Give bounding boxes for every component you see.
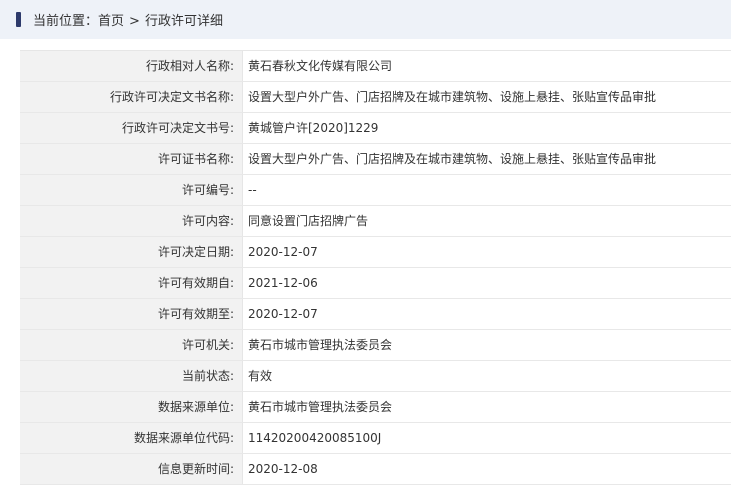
breadcrumb-prefix: 当前位置： <box>33 14 99 29</box>
breadcrumb-marker <box>16 12 21 27</box>
row-value: -- <box>248 183 257 197</box>
row-label: 许可有效期至: <box>20 299 243 329</box>
row-value: 有效 <box>248 369 273 383</box>
table-row: 数据来源单位代码: 11420200420085100J <box>20 423 731 454</box>
row-label: 许可决定日期: <box>20 237 243 267</box>
row-value: 设置大型户外广告、门店招牌及在城市建筑物、设施上悬挂、张贴宣传品审批 <box>248 152 657 166</box>
row-label: 数据来源单位: <box>20 392 243 422</box>
table-row: 当前状态: 有效 <box>20 361 731 392</box>
detail-table: 行政相对人名称: 黄石春秋文化传媒有限公司 行政许可决定文书名称: 设置大型户外… <box>20 50 731 485</box>
row-value: 2020-12-07 <box>248 245 318 259</box>
table-row: 行政相对人名称: 黄石春秋文化传媒有限公司 <box>20 51 731 82</box>
breadcrumb-home-link[interactable]: 首页 <box>98 14 124 29</box>
row-label: 行政相对人名称: <box>20 51 243 81</box>
row-value: 同意设置门店招牌广告 <box>248 214 369 228</box>
row-label: 当前状态: <box>20 361 243 391</box>
row-value: 黄石春秋文化传媒有限公司 <box>248 59 393 73</box>
table-row: 许可机关: 黄石市城市管理执法委员会 <box>20 330 731 361</box>
row-value: 黄石市城市管理执法委员会 <box>248 338 393 352</box>
row-label: 行政许可决定文书号: <box>20 113 243 143</box>
row-label: 数据来源单位代码: <box>20 423 243 453</box>
row-value: 2020-12-08 <box>248 462 318 476</box>
table-row: 数据来源单位: 黄石市城市管理执法委员会 <box>20 392 731 423</box>
table-row: 许可证书名称: 设置大型户外广告、门店招牌及在城市建筑物、设施上悬挂、张贴宣传品… <box>20 144 731 175</box>
breadcrumb-current: 行政许可详细 <box>144 14 223 29</box>
row-label: 许可有效期自: <box>20 268 243 298</box>
breadcrumb-separator: > <box>129 14 140 29</box>
row-label: 行政许可决定文书名称: <box>20 82 243 112</box>
table-row: 行政许可决定文书号: 黄城管户许[2020]1229 <box>20 113 731 144</box>
table-row: 许可决定日期: 2020-12-07 <box>20 237 731 268</box>
table-row: 许可内容: 同意设置门店招牌广告 <box>20 206 731 237</box>
breadcrumb-text: 当前位置：首页 > 行政许可详细 <box>33 10 223 29</box>
row-label: 许可机关: <box>20 330 243 360</box>
row-label: 许可内容: <box>20 206 243 236</box>
row-value: 黄城管户许[2020]1229 <box>248 121 379 135</box>
table-row: 行政许可决定文书名称: 设置大型户外广告、门店招牌及在城市建筑物、设施上悬挂、张… <box>20 82 731 113</box>
row-value: 2020-12-07 <box>248 307 318 321</box>
table-row: 信息更新时间: 2020-12-08 <box>20 454 731 485</box>
row-value: 11420200420085100J <box>248 431 382 445</box>
row-value: 黄石市城市管理执法委员会 <box>248 400 393 414</box>
row-label: 信息更新时间: <box>20 454 243 484</box>
row-label: 许可编号: <box>20 175 243 205</box>
breadcrumb: 当前位置：首页 > 行政许可详细 <box>0 0 731 39</box>
row-value: 设置大型户外广告、门店招牌及在城市建筑物、设施上悬挂、张贴宣传品审批 <box>248 90 657 104</box>
table-row: 许可有效期自: 2021-12-06 <box>20 268 731 299</box>
row-label: 许可证书名称: <box>20 144 243 174</box>
row-value: 2021-12-06 <box>248 276 318 290</box>
table-row: 许可编号: -- <box>20 175 731 206</box>
table-row: 许可有效期至: 2020-12-07 <box>20 299 731 330</box>
